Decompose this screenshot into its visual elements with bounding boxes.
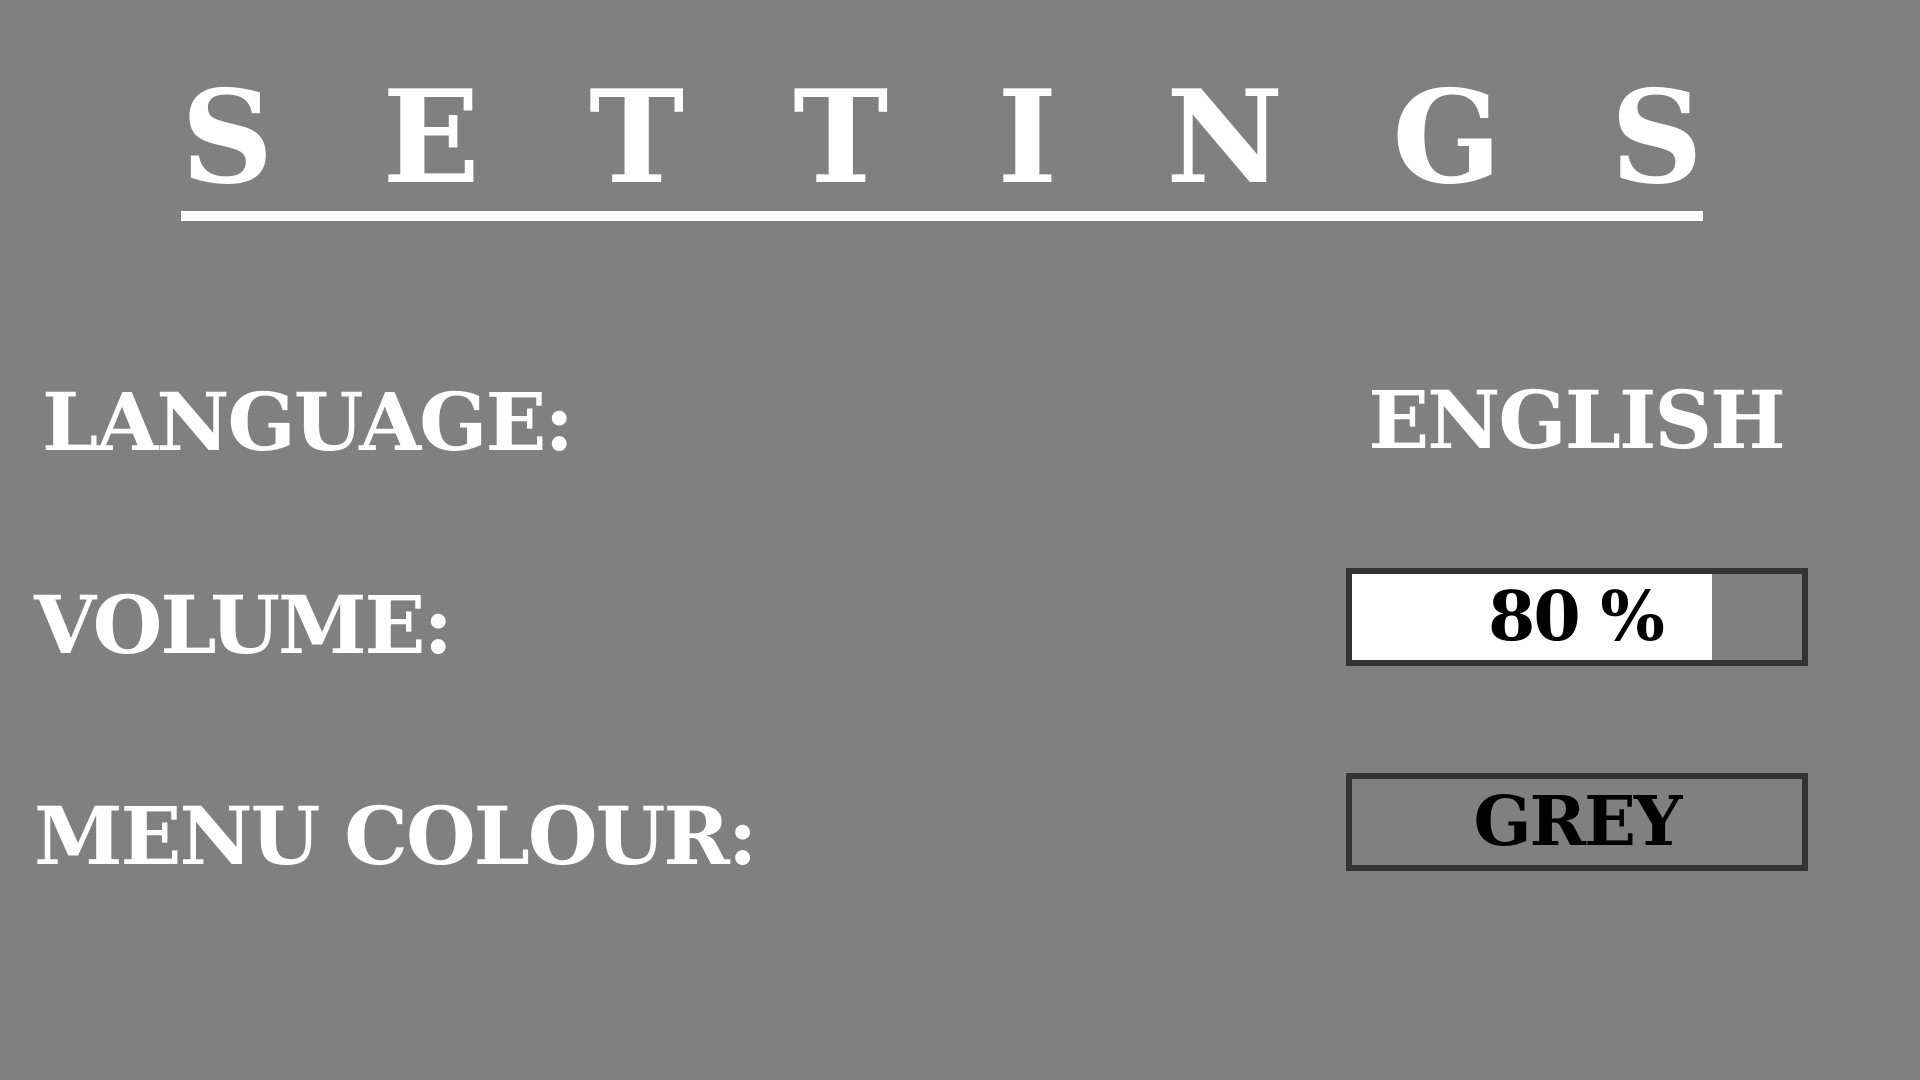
settings-screen: S E T T I N G S LANGUAGE: ENGLISH VOLUME… [0, 0, 1920, 1080]
volume-slider[interactable]: 80 % [1346, 568, 1808, 666]
menu-colour-value: GREY [1473, 782, 1683, 862]
title-letter: I [997, 63, 1058, 213]
language-selector[interactable]: ENGLISH [1346, 380, 1806, 460]
title-underline [181, 211, 1703, 221]
page-title: S E T T I N G S [181, 72, 1703, 202]
language-label: LANGUAGE: [42, 375, 574, 469]
volume-value: 80 % [1488, 577, 1665, 657]
menu-colour-label: MENU COLOUR: [34, 789, 757, 883]
title-letter: T [588, 63, 685, 213]
menu-colour-selector[interactable]: GREY [1346, 773, 1808, 871]
title-letter: T [793, 63, 889, 213]
volume-label: VOLUME: [34, 578, 453, 672]
title-letter: S [1610, 63, 1703, 213]
title-letter: G [1392, 63, 1502, 213]
title-letter: E [382, 63, 480, 213]
title-letter: S [181, 63, 274, 213]
title-letter: N [1166, 63, 1284, 213]
